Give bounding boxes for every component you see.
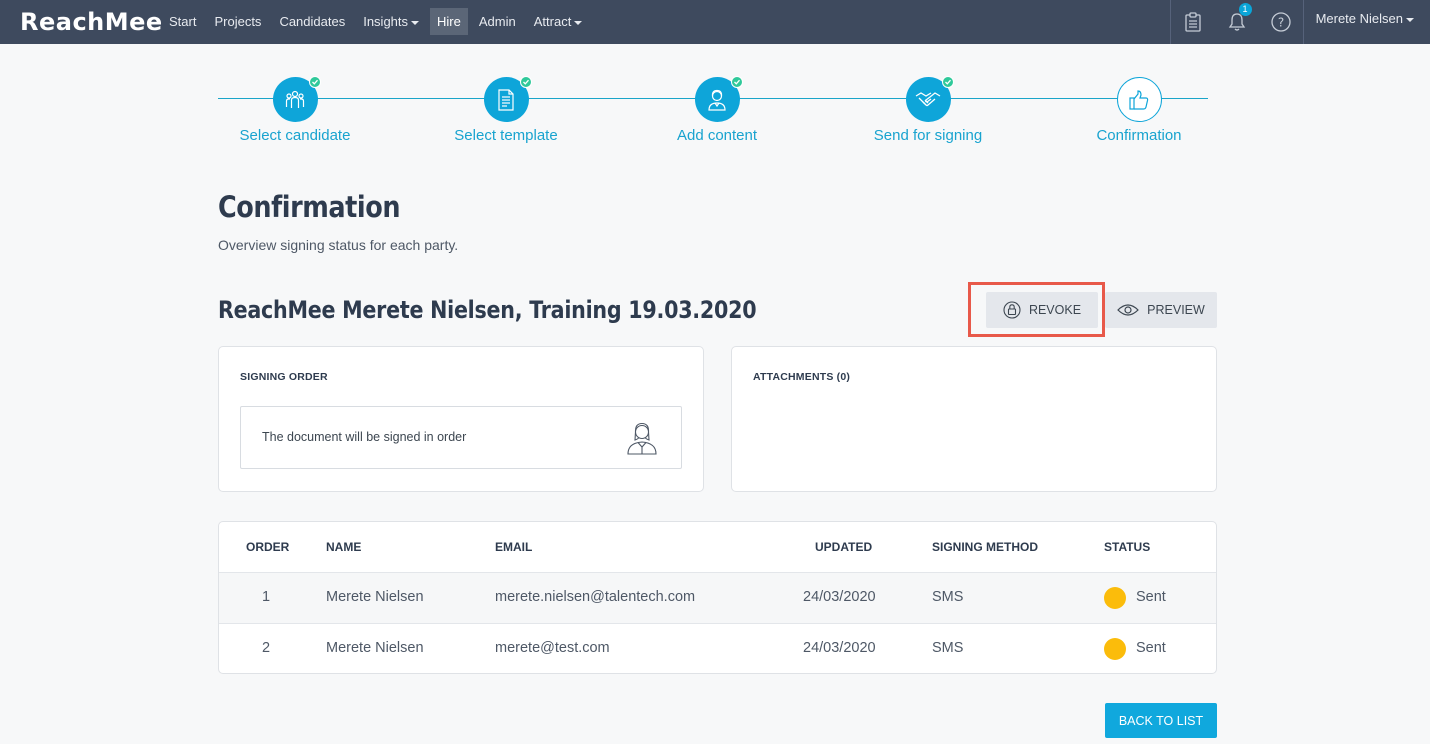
signer-avatar-icon xyxy=(627,422,657,455)
nav-item-start[interactable]: Start xyxy=(162,8,203,35)
check-icon xyxy=(730,76,743,88)
page-subtitle: Overview signing status for each party. xyxy=(218,237,459,253)
step-add-content[interactable]: Add content xyxy=(637,76,797,144)
caret-down-icon xyxy=(574,20,583,25)
cell-method: SMS xyxy=(932,589,964,605)
notifications-button[interactable]: 1 xyxy=(1215,0,1259,44)
cell-method: SMS xyxy=(932,640,964,656)
cell-status: Sent xyxy=(1136,589,1166,605)
candidates-icon xyxy=(285,90,305,108)
signing-order-box: The document will be signed in order xyxy=(240,406,682,469)
step-circle xyxy=(272,76,321,122)
thumbs-up-icon xyxy=(1129,89,1149,110)
status-dot-icon xyxy=(1104,638,1126,660)
svg-text:?: ? xyxy=(1277,16,1283,30)
check-icon xyxy=(941,76,954,88)
nav-item-candidates[interactable]: Candidates xyxy=(272,8,352,35)
help-icon: ? xyxy=(1270,12,1291,32)
cell-name: Merete Nielsen xyxy=(326,640,424,656)
step-label: Add content xyxy=(676,127,758,144)
cell-order: 2 xyxy=(262,640,271,656)
back-to-list-button[interactable]: BACK TO LIST xyxy=(1105,703,1217,738)
nav-item-attract[interactable]: Attract xyxy=(527,8,590,35)
nav-item-hire[interactable]: Hire xyxy=(430,8,468,35)
cell-status: Sent xyxy=(1136,640,1166,656)
step-circle xyxy=(905,76,954,122)
col-header-order[interactable]: ORDER xyxy=(246,540,289,554)
page-title: Confirmation xyxy=(218,190,401,224)
caret-down-icon xyxy=(1406,17,1414,22)
cell-email: merete@test.com xyxy=(495,640,610,656)
nav-item-projects[interactable]: Projects xyxy=(207,8,268,35)
step-label: Send for signing xyxy=(873,127,983,144)
cell-email: merete.nielsen@talentech.com xyxy=(495,589,696,605)
cell-name: Merete Nielsen xyxy=(326,589,424,605)
cell-updated: 24/03/2020 xyxy=(803,589,876,605)
nav-item-admin[interactable]: Admin xyxy=(472,8,523,35)
notification-badge: 1 xyxy=(1238,3,1252,16)
user-menu[interactable]: Merete Nielsen xyxy=(1304,0,1430,44)
cell-order: 1 xyxy=(262,589,271,605)
col-header-email[interactable]: EMAIL xyxy=(495,540,532,554)
preview-label: PREVIEW xyxy=(1147,303,1205,317)
attachments-heading: ATTACHMENTS (0) xyxy=(753,371,851,383)
step-select-template[interactable]: Select template xyxy=(426,76,586,144)
signers-table: ORDER NAME EMAIL UPDATED SIGNING METHOD … xyxy=(218,521,1217,674)
person-icon xyxy=(708,89,726,111)
handshake-icon xyxy=(915,91,941,106)
step-select-candidate[interactable]: Select candidate xyxy=(215,76,375,144)
signing-order-heading: SIGNING ORDER xyxy=(240,371,328,383)
col-header-status[interactable]: STATUS xyxy=(1104,540,1150,554)
step-label: Confirmation xyxy=(1096,127,1182,144)
step-circle xyxy=(483,76,532,122)
status-dot-icon xyxy=(1104,587,1126,609)
signing-order-text: The document will be signed in order xyxy=(262,430,467,444)
check-icon xyxy=(519,76,532,88)
clipboard-icon xyxy=(1184,12,1201,32)
eye-icon xyxy=(1117,304,1140,316)
col-header-name[interactable]: NAME xyxy=(326,540,361,554)
document-icon xyxy=(498,88,514,111)
check-icon xyxy=(308,76,321,88)
caret-down-icon xyxy=(411,20,420,25)
top-navbar: ReachMee Start Projects Candidates Insig… xyxy=(0,0,1430,44)
nav-item-insights[interactable]: Insights xyxy=(356,8,426,35)
reachmee-logo[interactable]: ReachMee xyxy=(20,8,163,36)
step-label: Select candidate xyxy=(239,127,351,144)
col-header-updated[interactable]: UPDATED xyxy=(815,540,872,554)
cell-updated: 24/03/2020 xyxy=(803,640,876,656)
step-send-for-signing[interactable]: Send for signing xyxy=(848,76,1008,144)
step-label: Select template xyxy=(454,127,558,144)
step-confirmation[interactable]: Confirmation xyxy=(1059,77,1219,144)
table-row[interactable]: 2 Merete Nielsen merete@test.com 24/03/2… xyxy=(219,623,1216,673)
main-nav: Start Projects Candidates Insights Hire … xyxy=(162,8,593,35)
step-circle xyxy=(1116,77,1162,122)
navbar-right: 1 ? Merete Nielsen xyxy=(1169,0,1430,44)
clipboard-button[interactable] xyxy=(1171,0,1215,44)
table-row[interactable]: 1 Merete Nielsen merete.nielsen@talentec… xyxy=(219,572,1216,623)
step-circle xyxy=(694,76,743,122)
revoke-highlight xyxy=(968,282,1105,337)
help-button[interactable]: ? xyxy=(1259,0,1303,44)
signing-order-card: SIGNING ORDER The document will be signe… xyxy=(218,346,704,492)
col-header-signing-method[interactable]: SIGNING METHOD xyxy=(932,540,1038,554)
document-title: ReachMee Merete Nielsen, Training 19.03.… xyxy=(218,296,757,324)
preview-button[interactable]: PREVIEW xyxy=(1105,292,1217,328)
attachments-card: ATTACHMENTS (0) xyxy=(731,346,1217,492)
